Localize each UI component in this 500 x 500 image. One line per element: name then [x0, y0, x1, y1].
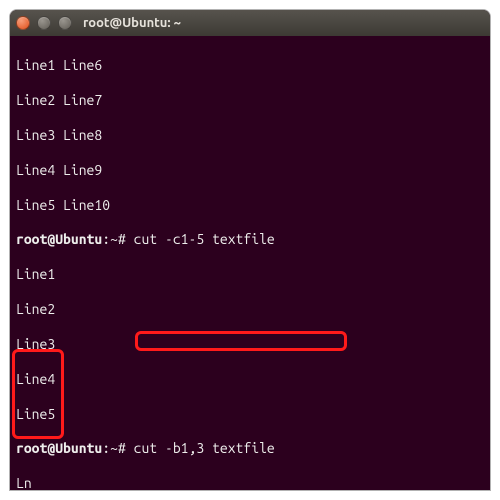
output-line: Ln [16, 475, 484, 490]
prompt-path: ~ [110, 231, 118, 247]
prompt-user: root@Ubuntu [16, 440, 102, 456]
minimize-icon[interactable] [37, 16, 51, 30]
prompt-sep: : [102, 440, 110, 456]
output-line: Line1 Line6 [16, 57, 484, 74]
prompt-sep: : [102, 231, 110, 247]
command-text: cut -b1,3 textfile [134, 440, 275, 456]
terminal-window: root@Ubuntu: ~ Line1 Line6 Line2 Line7 L… [10, 10, 490, 490]
output-line: Line4 Line9 [16, 162, 484, 179]
prompt-line: root@Ubuntu:~# cut -b1,3 textfile [16, 440, 484, 457]
terminal-body[interactable]: Line1 Line6 Line2 Line7 Line3 Line8 Line… [10, 36, 490, 490]
prompt-hash: # [118, 440, 126, 456]
prompt-user: root@Ubuntu [16, 231, 102, 247]
window-title: root@Ubuntu: ~ [83, 16, 181, 30]
prompt-line: root@Ubuntu:~# cut -c1-5 textfile [16, 231, 484, 248]
prompt-hash: # [118, 231, 126, 247]
output-line: Line2 Line7 [16, 92, 484, 109]
output-line: Line1 [16, 266, 484, 283]
output-line: Line5 Line10 [16, 197, 484, 214]
maximize-icon[interactable] [58, 16, 72, 30]
close-icon[interactable] [16, 16, 30, 30]
output-line: Line3 [16, 336, 484, 353]
output-line: Line4 [16, 371, 484, 388]
command-text: cut -c1-5 textfile [134, 231, 275, 247]
output-line: Line3 Line8 [16, 127, 484, 144]
output-line: Line5 [16, 406, 484, 423]
highlight-output [12, 349, 64, 439]
prompt-path: ~ [110, 440, 118, 456]
output-line: Line2 [16, 301, 484, 318]
titlebar[interactable]: root@Ubuntu: ~ [10, 10, 490, 36]
